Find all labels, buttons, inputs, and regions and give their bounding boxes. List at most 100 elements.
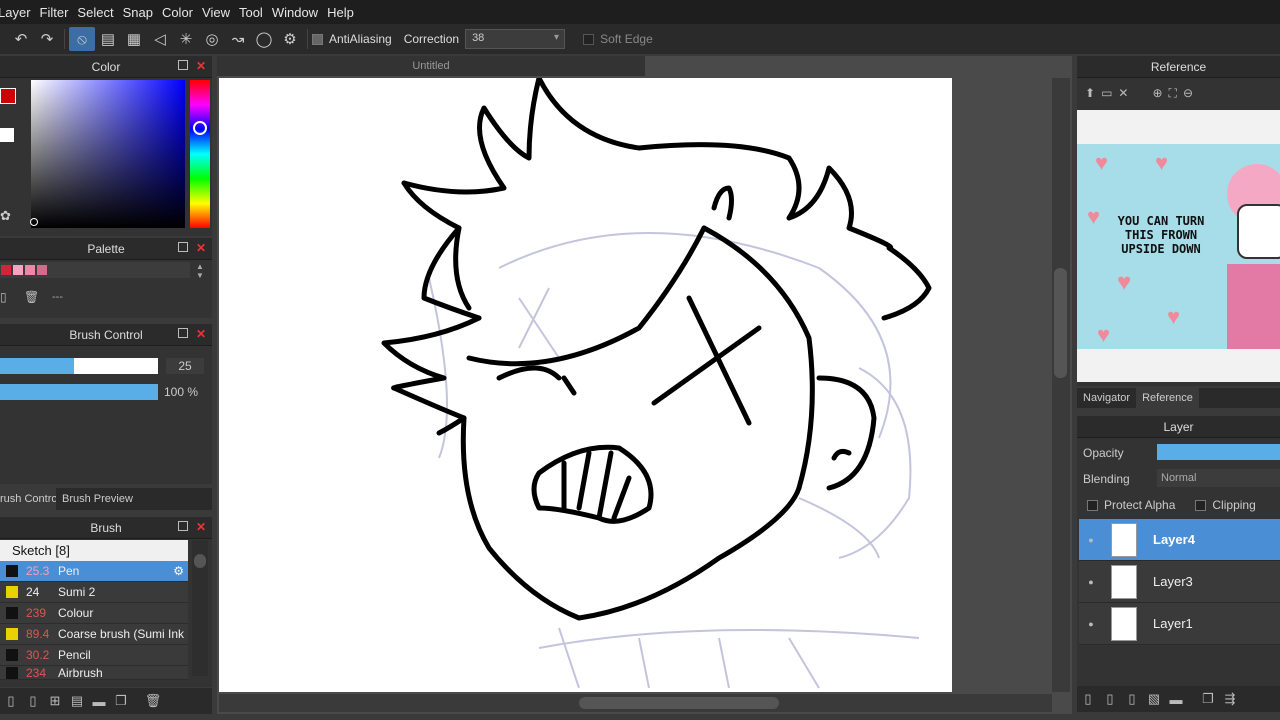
close-icon[interactable]: ✕ — [196, 327, 206, 341]
menu-filter[interactable]: Filter — [40, 5, 78, 20]
brush-item-colour[interactable]: 239 Colour — [0, 603, 188, 624]
folder-open-icon[interactable]: ▭ — [1101, 86, 1112, 100]
popout-icon[interactable] — [178, 60, 188, 70]
soft-edge-label: Soft Edge — [600, 32, 653, 46]
popout-icon[interactable] — [178, 242, 188, 252]
close-icon[interactable]: ✕ — [196, 59, 206, 73]
folder-icon[interactable]: ▬ — [88, 691, 110, 711]
tab-navigator[interactable]: Navigator — [1077, 392, 1136, 404]
undo-icon[interactable]: ↶ — [8, 27, 34, 51]
brush-item-coarse[interactable]: 89.4 Coarse brush (Sumi Ink — [0, 624, 188, 645]
background-color-swatch[interactable] — [0, 128, 14, 142]
menu-layer[interactable]: Layer — [0, 5, 40, 20]
brush-item-airbrush[interactable]: 234 Airbrush — [0, 666, 188, 680]
close-icon[interactable]: ✕ — [1118, 86, 1128, 100]
brush-item-pencil[interactable]: 30.2 Pencil — [0, 645, 188, 666]
brush-size-value[interactable]: 25 — [166, 358, 204, 374]
popout-icon[interactable] — [178, 328, 188, 338]
hue-slider-handle[interactable] — [193, 121, 207, 135]
new-1bit-layer-icon[interactable]: ▯ — [1121, 689, 1143, 709]
snap-circle-icon[interactable]: ◎ — [199, 27, 225, 51]
snap-grid-icon[interactable]: ▦ — [121, 27, 147, 51]
new-layer-icon[interactable]: ▯ — [1077, 689, 1099, 709]
new-brush-icon[interactable]: ▯ — [0, 691, 22, 711]
menu-tool[interactable]: Tool — [239, 5, 272, 20]
snap-settings-icon[interactable]: ⚙ — [277, 27, 303, 51]
palette-add-icon[interactable]: ▯ — [0, 290, 14, 304]
clipping-checkbox[interactable] — [1195, 499, 1207, 511]
menu-help[interactable]: Help — [327, 5, 363, 20]
pin-icon[interactable]: ⬆ — [1085, 86, 1095, 100]
snap-perspective-icon[interactable]: ◁ — [147, 27, 173, 51]
tab-brush-control[interactable]: rush Control — [0, 488, 56, 510]
brush-opacity-slider[interactable] — [0, 384, 158, 400]
palette-swatch[interactable] — [25, 265, 35, 275]
snap-radial-icon[interactable]: ✳ — [173, 27, 199, 51]
brush-opacity-value[interactable]: 100 % — [164, 384, 208, 400]
brush-list-scrollbar[interactable] — [192, 540, 208, 676]
tab-reference[interactable]: Reference — [1136, 388, 1199, 408]
document-tab[interactable]: Untitled — [217, 56, 645, 76]
fit-icon[interactable]: ⛶ — [1169, 86, 1177, 101]
duplicate-icon[interactable]: ❐ — [110, 691, 132, 711]
brush-settings-icon[interactable]: ▤ — [66, 691, 88, 711]
menu-color[interactable]: Color — [162, 5, 202, 20]
layer-opacity-slider[interactable] — [1157, 444, 1280, 460]
duplicate-layer-icon[interactable]: ❐ — [1197, 689, 1219, 709]
brush-size-slider[interactable] — [0, 358, 158, 374]
gear-icon[interactable]: ⚙ — [173, 564, 184, 578]
trash-icon[interactable]: 🗑 — [142, 691, 164, 711]
canvas-vertical-scrollbar[interactable] — [1052, 78, 1070, 692]
snap-parallel-icon[interactable]: ▤ — [95, 27, 121, 51]
merge-layer-icon[interactable]: ⇶ — [1219, 689, 1241, 709]
foreground-color-swatch[interactable] — [0, 88, 16, 104]
trash-icon[interactable]: 🗑 — [24, 290, 52, 304]
menu-snap[interactable]: Snap — [123, 5, 162, 20]
antialiasing-checkbox[interactable] — [312, 33, 323, 45]
hue-slider[interactable] — [190, 80, 210, 228]
canvas-horizontal-scrollbar[interactable] — [219, 694, 1052, 712]
new-halftone-layer-icon[interactable]: ▯ — [1099, 689, 1121, 709]
palette-scroll-arrows[interactable]: ▲ ▼ — [196, 262, 204, 280]
zoom-in-icon[interactable]: ⊕ — [1152, 86, 1162, 100]
popout-icon[interactable] — [178, 521, 188, 531]
visibility-icon[interactable]: ● — [1079, 535, 1103, 545]
palette-panel: Palette ✕ ▲ ▼ ▯ 🗑 --- — [0, 238, 212, 318]
tab-brush-preview[interactable]: Brush Preview — [56, 493, 133, 505]
palette-icon[interactable]: ✿ — [0, 208, 11, 224]
snap-off-icon[interactable]: ⦸ — [69, 27, 95, 51]
brush-group-header[interactable]: Sketch [8] — [0, 540, 188, 561]
new-tone-layer-icon[interactable]: ▧ — [1143, 689, 1165, 709]
layer-row-layer3[interactable]: ● Layer3 — [1079, 561, 1280, 603]
new-folder-icon[interactable]: ▬ — [1165, 689, 1187, 709]
soft-edge-checkbox[interactable] — [583, 33, 595, 45]
close-icon[interactable]: ✕ — [196, 241, 206, 255]
correction-select[interactable]: 38 — [465, 29, 566, 49]
redo-icon[interactable]: ↷ — [34, 27, 60, 51]
visibility-icon[interactable]: ● — [1079, 619, 1103, 629]
zoom-out-icon[interactable]: ⊖ — [1183, 86, 1193, 100]
snap-curve-icon[interactable]: ↝ — [225, 27, 251, 51]
menu-window[interactable]: Window — [272, 5, 327, 20]
blending-select[interactable]: Normal — [1157, 469, 1280, 487]
palette-swatch[interactable] — [13, 265, 23, 275]
close-icon[interactable]: ✕ — [196, 520, 206, 534]
color-picker-cursor[interactable] — [30, 218, 38, 226]
brush-add-icon[interactable]: ⊞ — [44, 691, 66, 711]
new-brush-copy-icon[interactable]: ▯ — [22, 691, 44, 711]
drawing-canvas[interactable] — [219, 78, 952, 692]
reference-image-area[interactable]: ♥ ♥ ♥ ♥ ♥ ♥ YOU CAN TURN THIS FROWN UPSI… — [1077, 110, 1280, 382]
menu-select[interactable]: Select — [77, 5, 122, 20]
menu-view[interactable]: View — [202, 5, 239, 20]
visibility-icon[interactable]: ● — [1079, 577, 1103, 587]
brush-item-sumi2[interactable]: 24 Sumi 2 — [0, 582, 188, 603]
brush-control-header: Brush Control ✕ — [0, 324, 212, 346]
snap-ellipse-icon[interactable]: ◯ — [251, 27, 277, 51]
layer-row-layer1[interactable]: ● Layer1 — [1079, 603, 1280, 645]
brush-item-pen[interactable]: 25.3 Pen ⚙ — [0, 561, 188, 582]
saturation-value-picker[interactable] — [31, 80, 185, 228]
palette-swatch[interactable] — [1, 265, 11, 275]
palette-swatch[interactable] — [37, 265, 47, 275]
layer-row-layer4[interactable]: ● Layer4 — [1079, 519, 1280, 561]
protect-alpha-checkbox[interactable] — [1087, 499, 1098, 511]
